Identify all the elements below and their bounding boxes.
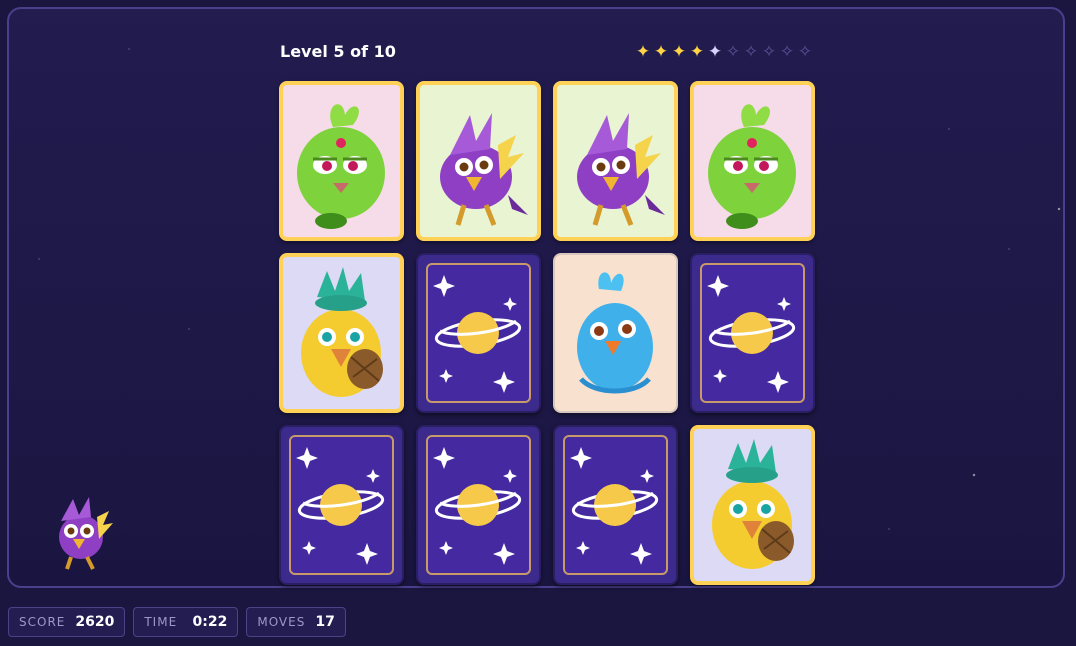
star-icon: ✧ bbox=[725, 42, 741, 62]
score-label: SCORE bbox=[19, 615, 66, 629]
time-label: TIME bbox=[144, 615, 178, 629]
card-faceup[interactable] bbox=[690, 425, 815, 585]
star-icon: ✧ bbox=[761, 42, 777, 62]
level-indicator: Level 5 of 10 bbox=[280, 42, 396, 61]
card-faceup[interactable] bbox=[279, 81, 404, 241]
card-facedown[interactable] bbox=[416, 425, 541, 585]
star-icon: ✧ bbox=[779, 42, 795, 62]
card-faceup[interactable] bbox=[279, 253, 404, 413]
star-icon: ✦ bbox=[707, 42, 723, 62]
card-faceup[interactable] bbox=[553, 253, 678, 413]
card-facedown[interactable] bbox=[279, 425, 404, 585]
status-bar: SCORE 2620 TIME 0:22 MOVES 17 bbox=[8, 607, 346, 637]
mascot-purple-bird-icon bbox=[45, 493, 117, 575]
star-icon: ✦ bbox=[689, 42, 705, 62]
star-icon: ✦ bbox=[671, 42, 687, 62]
card-facedown[interactable] bbox=[690, 253, 815, 413]
card-facedown[interactable] bbox=[416, 253, 541, 413]
card-facedown[interactable] bbox=[553, 425, 678, 585]
card-faceup[interactable] bbox=[553, 81, 678, 241]
moves-value: 17 bbox=[315, 614, 335, 630]
star-icon: ✧ bbox=[743, 42, 759, 62]
moves-panel: MOVES 17 bbox=[246, 607, 346, 637]
time-panel: TIME 0:22 bbox=[133, 607, 239, 637]
star-rating: ✦ ✦ ✦ ✦ ✦ ✧ ✧ ✧ ✧ ✧ bbox=[634, 42, 814, 62]
card-faceup[interactable] bbox=[416, 81, 541, 241]
score-value: 2620 bbox=[75, 614, 115, 630]
star-icon: ✦ bbox=[635, 42, 651, 62]
score-panel: SCORE 2620 bbox=[8, 607, 126, 637]
card-grid bbox=[279, 81, 815, 585]
star-icon: ✧ bbox=[797, 42, 813, 62]
game-board: Level 5 of 10 ✦ ✦ ✦ ✦ ✦ ✧ ✧ ✧ ✧ ✧ bbox=[7, 7, 1065, 588]
moves-label: MOVES bbox=[257, 615, 306, 629]
card-faceup[interactable] bbox=[690, 81, 815, 241]
star-icon: ✦ bbox=[653, 42, 669, 62]
time-value: 0:22 bbox=[192, 614, 228, 630]
